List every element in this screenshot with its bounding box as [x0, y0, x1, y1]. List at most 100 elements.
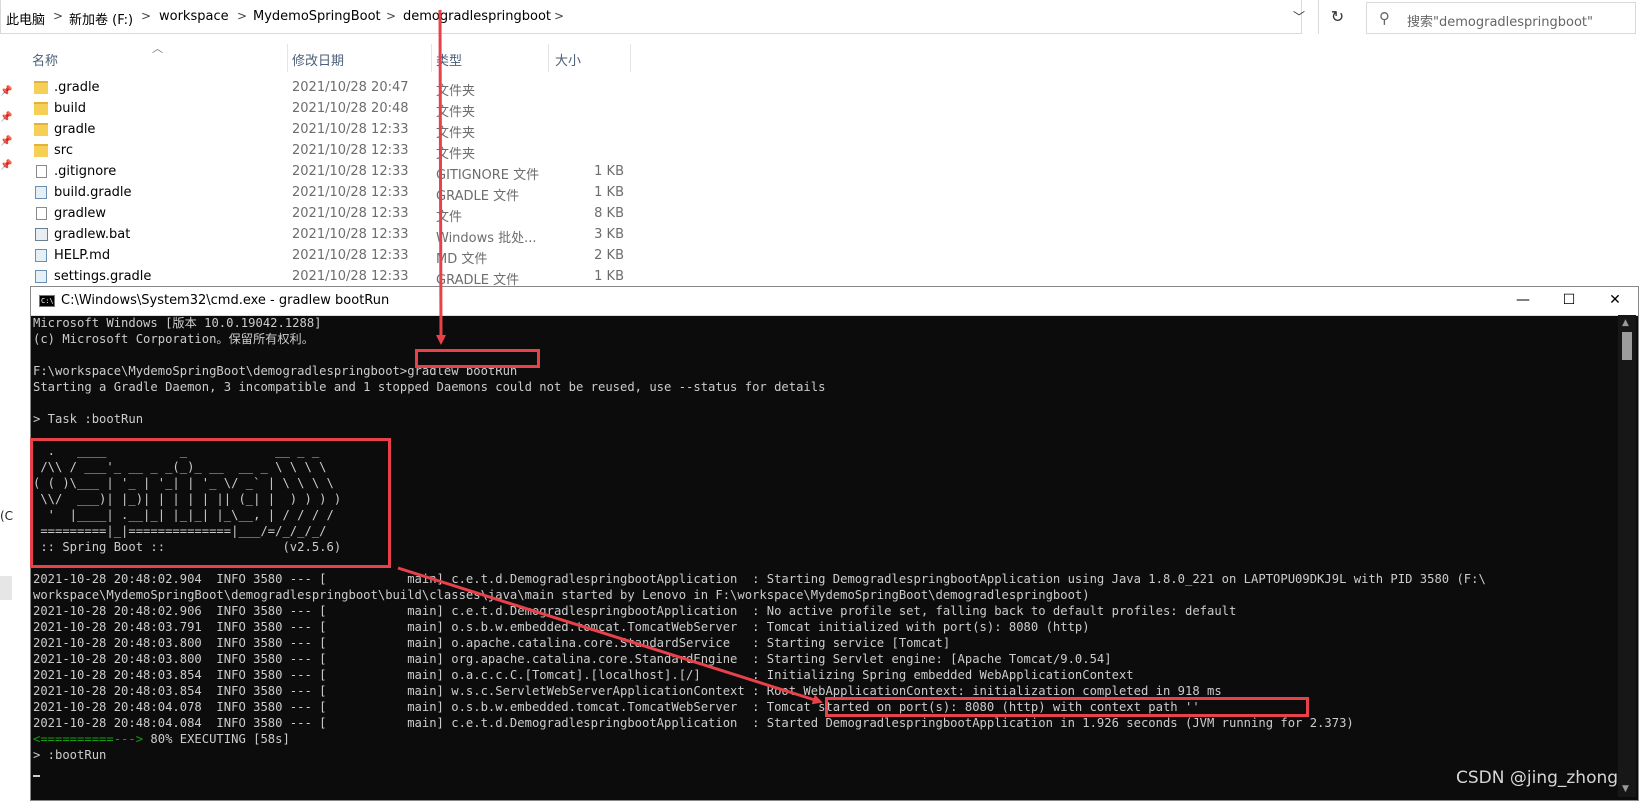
file-name[interactable]: .gradle	[54, 80, 100, 95]
file-icon	[35, 186, 47, 199]
file-date: 2021/10/28 12:33	[292, 227, 409, 242]
column-name[interactable]: 名称	[32, 50, 58, 69]
console-line: 2021-10-28 20:48:04.084 INFO 3580 --- [ …	[33, 716, 1354, 730]
file-date: 2021/10/28 20:48	[292, 101, 409, 116]
cmd-titlebar[interactable]: C:\ C:\Windows\System32\cmd.exe - gradle…	[31, 287, 1638, 316]
console-cursor-line[interactable]	[33, 763, 1618, 779]
breadcrumb-separator[interactable]: >	[386, 9, 396, 23]
breadcrumb-separator[interactable]: >	[554, 9, 564, 23]
text-cursor	[33, 775, 40, 777]
file-date: 2021/10/28 12:33	[292, 206, 409, 221]
console-line: > Task :bootRun	[33, 412, 144, 426]
file-type: 文件夹	[436, 147, 476, 162]
file-type: 文件	[436, 210, 463, 225]
file-row[interactable]: .gradle 2021/10/28 20:47 文件夹	[0, 78, 660, 99]
progress-status: 80% EXECUTING [58s]	[143, 732, 290, 746]
file-name[interactable]: src	[54, 143, 73, 158]
folder-icon	[34, 123, 48, 136]
file-name[interactable]: HELP.md	[54, 248, 110, 263]
console-line: <==========---> 80% EXECUTING [58s]	[33, 731, 1618, 747]
console-line: workspace\MydemoSpringBoot\demogradlespr…	[33, 588, 1090, 602]
highlight-tomcat-started	[825, 697, 1309, 717]
file-type: 文件夹	[436, 126, 476, 141]
scrollbar[interactable]: ▲ ▼	[1618, 315, 1636, 797]
console-line: Starting a Gradle Daemon, 3 incompatible…	[33, 380, 826, 394]
column-type[interactable]: 类型	[436, 50, 462, 69]
scroll-up-icon[interactable]: ▲	[1622, 318, 1629, 328]
file-icon	[35, 270, 47, 283]
highlight-spring-banner	[30, 438, 391, 568]
minimize-button[interactable]: —	[1500, 287, 1546, 315]
folder-icon	[34, 144, 48, 157]
column-headers: ︿ 名称 修改日期 类型 大小	[0, 40, 640, 72]
file-type: GITIGNORE 文件	[436, 168, 540, 183]
file-row[interactable]: gradlew 2021/10/28 12:33 文件 8 KB	[0, 204, 660, 225]
scroll-down-icon[interactable]: ▼	[1622, 784, 1629, 794]
console-line: F:\workspace\MydemoSpringBoot\demogradle…	[33, 364, 518, 378]
close-button[interactable]: ✕	[1592, 287, 1638, 315]
column-divider[interactable]	[630, 44, 631, 72]
search-input[interactable]: ⚲ 搜索"demogradlespringboot"	[1366, 2, 1636, 34]
file-name[interactable]: build	[54, 101, 86, 116]
refresh-button[interactable]: ↻	[1318, 0, 1356, 34]
folder-icon	[34, 81, 48, 94]
minimize-icon: —	[1516, 292, 1530, 308]
file-name[interactable]: settings.gradle	[54, 269, 151, 284]
file-row[interactable]: .gitignore 2021/10/28 12:33 GITIGNORE 文件 1 …	[0, 162, 660, 183]
column-date[interactable]: 修改日期	[292, 50, 344, 69]
console-line: 2021-10-28 20:48:02.906 INFO 3580 --- [ …	[33, 604, 1237, 618]
chevron-down-icon[interactable]: ﹀	[1293, 8, 1305, 25]
console-line: > :bootRun	[33, 748, 107, 762]
file-row[interactable]: build.gradle 2021/10/28 12:33 GRADLE 文件 1 K…	[0, 183, 660, 204]
scroll-thumb[interactable]	[1622, 332, 1632, 360]
breadcrumb-this-pc[interactable]: 此电脑	[6, 9, 45, 28]
file-icon	[35, 228, 48, 241]
address-bar[interactable]: 此电脑 > 新加卷 (F:) > workspace > MydemoSprin…	[0, 0, 1305, 34]
file-size: 1 KB	[594, 164, 624, 179]
watermark: CSDN @jing_zhong	[1456, 768, 1619, 788]
console-line: 2021-10-28 20:48:03.854 INFO 3580 --- [ …	[33, 668, 1134, 682]
refresh-icon: ↻	[1330, 7, 1345, 26]
file-row[interactable]: build 2021/10/28 20:48 文件夹	[0, 99, 660, 120]
file-name[interactable]: gradlew	[54, 206, 106, 221]
window-title: C:\Windows\System32\cmd.exe - gradlew bo…	[61, 293, 390, 308]
maximize-button[interactable]: ☐	[1546, 287, 1592, 315]
file-date: 2021/10/28 20:47	[292, 80, 409, 95]
file-row[interactable]: src 2021/10/28 12:33 文件夹	[0, 141, 660, 162]
breadcrumb-workspace[interactable]: workspace	[159, 9, 229, 24]
file-icon	[36, 165, 47, 178]
file-name[interactable]: gradle	[54, 122, 95, 137]
file-date: 2021/10/28 12:33	[292, 122, 409, 137]
progress-arrow: <==========--->	[33, 732, 144, 746]
file-icon	[36, 207, 47, 220]
column-divider[interactable]	[287, 44, 288, 72]
console-line: Microsoft Windows [版本 10.0.19042.1288]	[33, 316, 322, 330]
file-row[interactable]: gradlew.bat 2021/10/28 12:33 Windows 批处...…	[0, 225, 660, 246]
breadcrumb-current-folder[interactable]: demogradlespringboot	[403, 9, 551, 24]
file-row[interactable]: HELP.md 2021/10/28 12:33 MD 文件 2 KB	[0, 246, 660, 267]
breadcrumb-separator[interactable]: >	[53, 9, 63, 23]
file-name[interactable]: gradlew.bat	[54, 227, 130, 242]
file-name[interactable]: .gitignore	[54, 164, 116, 179]
file-type: 文件夹	[436, 84, 476, 99]
file-date: 2021/10/28 12:33	[292, 164, 409, 179]
console-line: (c) Microsoft Corporation。保留所有权利。	[33, 332, 314, 346]
console-line: 2021-10-28 20:48:03.800 INFO 3580 --- [ …	[33, 636, 951, 650]
console-line: 2021-10-28 20:48:03.791 INFO 3580 --- [ …	[33, 620, 1090, 634]
file-size: 1 KB	[594, 185, 624, 200]
breadcrumb-drive[interactable]: 新加卷 (F:)	[69, 9, 133, 28]
file-name[interactable]: build.gradle	[54, 185, 132, 200]
column-size[interactable]: 大小	[555, 50, 581, 69]
file-row[interactable]: gradle 2021/10/28 12:33 文件夹	[0, 120, 660, 141]
breadcrumb-separator[interactable]: >	[141, 9, 151, 23]
folder-icon	[34, 102, 48, 115]
column-divider[interactable]	[431, 44, 432, 72]
nav-pane-item[interactable]	[0, 576, 12, 600]
file-row[interactable]: settings.gradle 2021/10/28 12:33 GRADLE 文件…	[0, 267, 660, 288]
column-divider[interactable]	[548, 44, 549, 72]
breadcrumb-separator[interactable]: >	[237, 9, 247, 23]
breadcrumb-project[interactable]: MydemoSpringBoot	[253, 9, 381, 24]
sort-ascending-icon: ︿	[152, 42, 163, 55]
